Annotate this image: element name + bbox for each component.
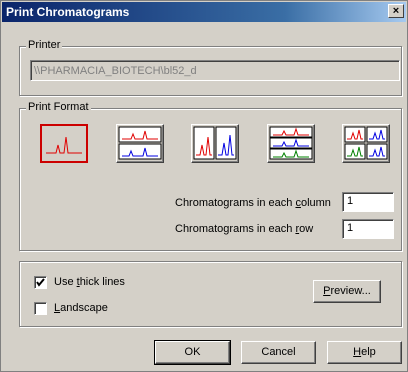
printer-name-field: \\PHARMACIA_BIOTECH\bl52_d xyxy=(30,60,400,81)
print-chromatograms-dialog: Print Chromatograms × Printer \\PHARMACI… xyxy=(0,0,408,372)
format-grid-button[interactable] xyxy=(342,124,390,163)
print-format-group-label: Print Format xyxy=(26,101,91,113)
close-button[interactable]: × xyxy=(388,4,404,18)
single-chromatogram-icon xyxy=(46,136,82,154)
options-group: Use thick lines Landscape Preview... xyxy=(19,261,402,327)
landscape-label[interactable]: Landscape xyxy=(54,302,108,314)
columns-label: Chromatograms in each column xyxy=(175,197,331,209)
thick-lines-checkbox[interactable] xyxy=(34,276,47,289)
print-format-group: Print Format Chromatograms in each colum… xyxy=(19,101,402,251)
landscape-checkbox[interactable] xyxy=(34,302,47,315)
close-icon: × xyxy=(392,5,400,17)
format-three-rows-button[interactable] xyxy=(267,124,315,163)
two-columns-chromatogram-icon xyxy=(193,126,237,160)
format-two-columns-button[interactable] xyxy=(191,124,239,163)
cancel-button[interactable]: Cancel xyxy=(241,341,316,364)
format-two-rows-button[interactable] xyxy=(116,124,164,163)
two-rows-chromatogram-icon xyxy=(118,126,162,160)
help-button[interactable]: Help xyxy=(327,341,402,364)
dialog-title: Print Chromatograms xyxy=(6,5,130,19)
checkmark-icon xyxy=(36,278,45,287)
printer-group-label: Printer xyxy=(26,39,63,51)
rows-label: Chromatograms in each row xyxy=(175,223,314,235)
title-bar[interactable]: Print Chromatograms × xyxy=(2,2,406,22)
ok-button[interactable]: OK xyxy=(154,340,231,365)
rows-input[interactable]: 1 xyxy=(342,219,394,239)
columns-input[interactable]: 1 xyxy=(342,192,394,212)
three-rows-chromatogram-icon xyxy=(269,126,313,160)
thick-lines-label[interactable]: Use thick lines xyxy=(54,276,125,288)
grid-chromatogram-icon xyxy=(344,126,388,160)
preview-button[interactable]: Preview... xyxy=(313,280,381,303)
printer-group: Printer \\PHARMACIA_BIOTECH\bl52_d xyxy=(19,39,402,96)
format-single-button[interactable] xyxy=(40,124,88,163)
